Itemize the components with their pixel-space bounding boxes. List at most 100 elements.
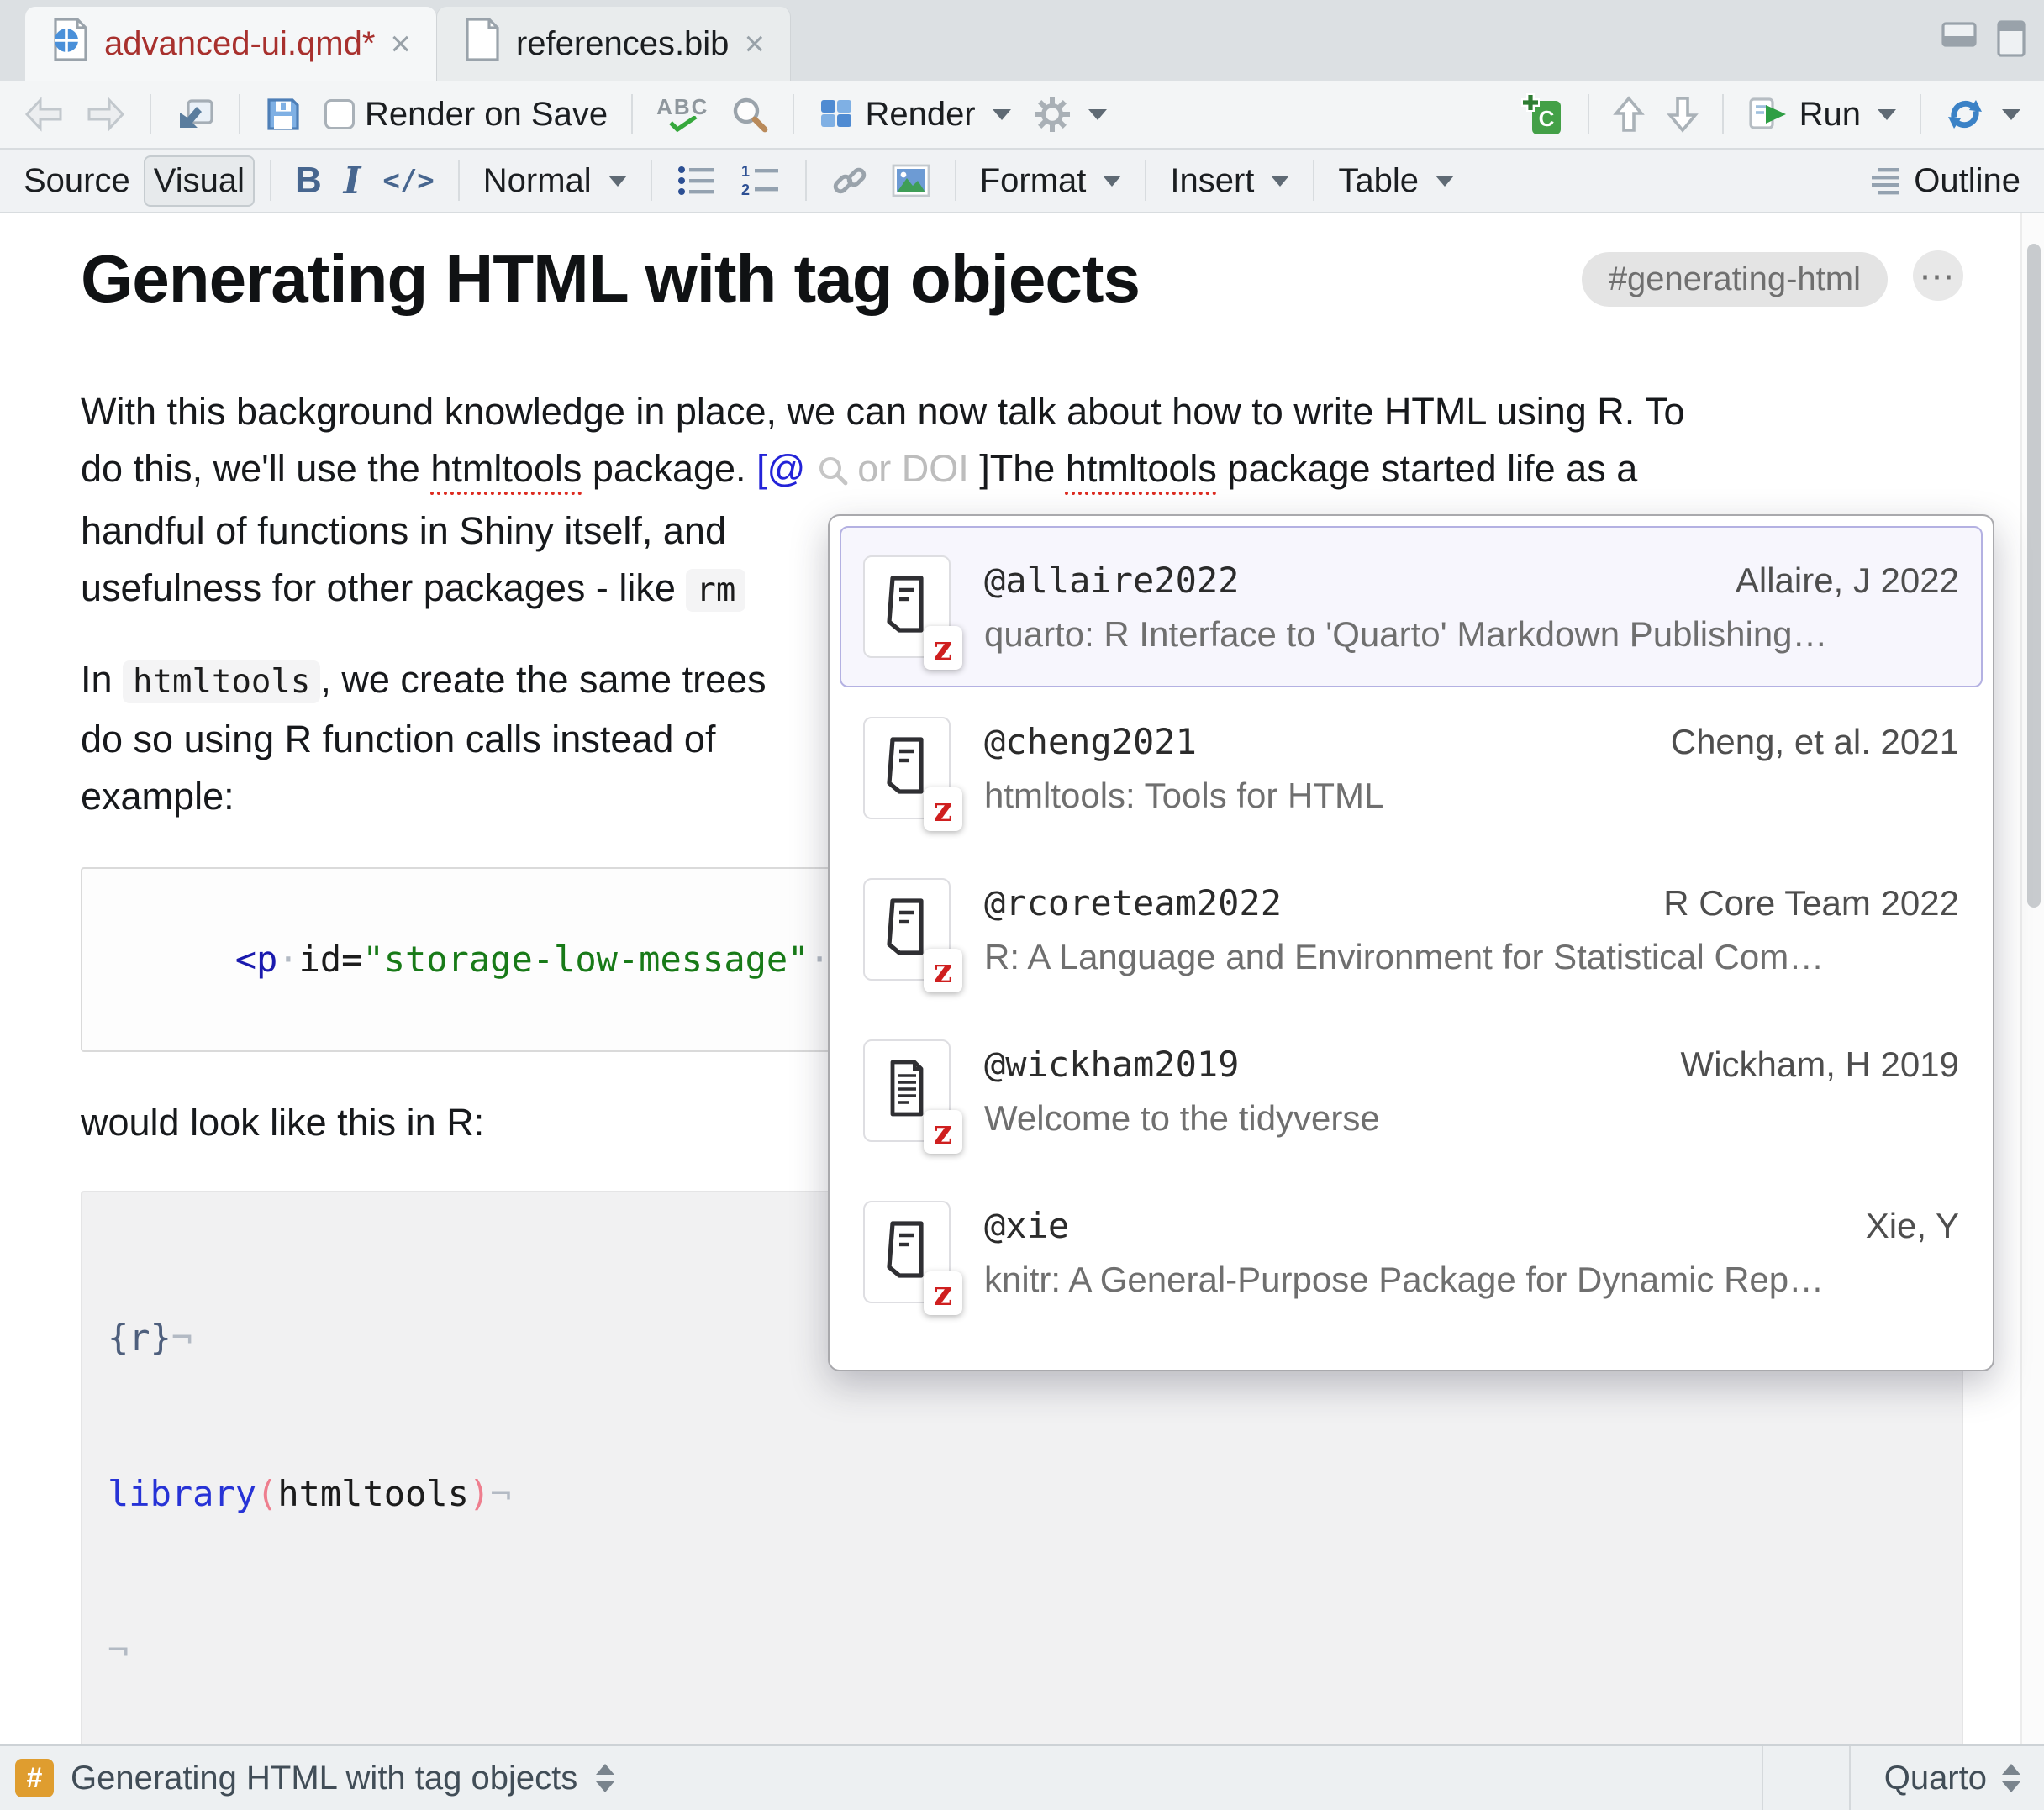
gear-icon — [1033, 95, 1072, 134]
page-title: Generating HTML with tag objects — [81, 239, 1582, 319]
citation-field-open[interactable]: [@ — [756, 447, 805, 490]
sync-icon — [1945, 94, 1985, 134]
italic-button[interactable]: I — [335, 155, 370, 208]
book-icon: z — [863, 1201, 951, 1303]
format-toolbar: Source Visual B I </> Normal 12 — [0, 150, 2044, 213]
citation-title: Welcome to the tidyverse — [984, 1098, 1959, 1139]
book-icon: z — [863, 878, 951, 981]
zotero-badge: z — [924, 949, 962, 992]
format-menu[interactable]: Format — [972, 157, 1130, 205]
section-hash-icon: # — [15, 1759, 54, 1797]
citation-item-xie[interactable]: z @xie Xie, Y knitr: A General-Purpose P… — [840, 1171, 1983, 1333]
more-options-button[interactable]: ⋯ — [1913, 250, 1963, 301]
citation-item-wickham2019[interactable]: z @wickham2019 Wickham, H 2019 Welcome t… — [840, 1010, 1983, 1171]
bold-button[interactable]: B — [287, 155, 330, 207]
insert-menu[interactable]: Insert — [1162, 157, 1298, 205]
chevron-down-icon[interactable] — [993, 109, 1011, 120]
chevron-down-icon[interactable] — [608, 176, 627, 187]
citation-placeholder: or DOI — [857, 447, 979, 490]
outline-label: Outline — [1914, 162, 2020, 200]
document-format-selector[interactable]: Quarto — [1849, 1746, 2044, 1810]
updown-icon — [2000, 1760, 2022, 1796]
tab-references-bib[interactable]: references.bib × — [436, 7, 791, 81]
source-mode-button[interactable]: Source — [15, 157, 139, 205]
citation-item-rcoreteam2022[interactable]: z @rcoreteam2022 R Core Team 2022 R: A L… — [840, 849, 1983, 1010]
bullet-list-button[interactable] — [667, 158, 726, 203]
book-icon: z — [863, 555, 951, 658]
render-button[interactable]: Render — [809, 91, 1019, 139]
chevron-down-icon[interactable] — [1088, 109, 1107, 120]
link-button[interactable] — [822, 158, 877, 203]
chevron-down-icon[interactable] — [1436, 176, 1454, 187]
forward-button[interactable] — [77, 92, 134, 137]
checkbox-icon[interactable] — [324, 99, 355, 129]
render-label: Render — [865, 96, 975, 134]
status-bar-separator — [1762, 1746, 1849, 1810]
chevron-down-icon[interactable] — [1103, 176, 1121, 187]
find-button[interactable] — [722, 90, 777, 139]
citation-item-cheng2021[interactable]: z @cheng2021 Cheng, et al. 2021 htmltool… — [840, 687, 1983, 849]
updown-icon[interactable] — [594, 1760, 616, 1796]
citation-item-allaire2022[interactable]: z @allaire2022 Allaire, J 2022 quarto: R… — [840, 526, 1983, 687]
pane-controls — [1940, 18, 2027, 63]
citation-id: @rcoreteam2022 — [984, 882, 1282, 923]
inline-code: rm — [686, 569, 745, 612]
quarto-doc-icon — [50, 17, 89, 71]
editor-status-bar: # Generating HTML with tag objects Quart… — [0, 1744, 2044, 1810]
citation-author: Wickham, H 2019 — [1681, 1044, 1959, 1085]
visual-mode-button[interactable]: Visual — [144, 155, 255, 207]
numbered-list-button[interactable]: 12 — [731, 158, 790, 203]
vertical-scrollbar[interactable] — [2020, 213, 2044, 1744]
show-in-new-window-button[interactable] — [166, 91, 224, 138]
render-on-save-label: Render on Save — [365, 96, 608, 134]
render-settings-button[interactable] — [1025, 90, 1115, 139]
back-button[interactable] — [15, 92, 72, 137]
run-button[interactable]: Run — [1739, 91, 1904, 139]
spellcheck-icon: ABC — [656, 96, 709, 133]
inline-code: htmltools — [123, 660, 320, 703]
close-icon[interactable]: × — [744, 26, 765, 61]
minimize-pane-icon[interactable] — [1940, 18, 1978, 55]
save-button[interactable] — [256, 90, 311, 139]
citation-author: R Core Team 2022 — [1663, 883, 1959, 923]
insert-chunk-button[interactable]: C — [1510, 86, 1573, 143]
paragraph-style-dropdown[interactable]: Normal — [475, 157, 635, 205]
svg-text:C: C — [1538, 106, 1554, 131]
file-icon — [462, 17, 501, 71]
misspelled-word: htmltools — [1066, 447, 1217, 490]
spellcheck-button[interactable]: ABC — [648, 91, 717, 138]
tab-label: references.bib — [516, 25, 729, 63]
zotero-badge: z — [924, 1271, 962, 1315]
table-menu[interactable]: Table — [1330, 157, 1462, 205]
outline-toggle[interactable]: Outline — [1860, 157, 2029, 205]
citation-author: Cheng, et al. 2021 — [1671, 722, 1959, 762]
visual-editor-canvas[interactable]: Generating HTML with tag objects #genera… — [0, 213, 2044, 1744]
misspelled-word: htmltools — [430, 447, 582, 490]
outline-icon — [1868, 164, 1904, 197]
citation-id: @xie — [984, 1205, 1069, 1246]
editor-tab-bar: advanced-ui.qmd* × references.bib × — [0, 0, 2044, 81]
section-navigator[interactable]: Generating HTML with tag objects — [71, 1760, 577, 1797]
citation-author: Allaire, J 2022 — [1736, 560, 1959, 601]
chevron-down-icon[interactable] — [2002, 109, 2020, 120]
code-format-button[interactable]: </> — [374, 159, 442, 203]
maximize-pane-icon[interactable] — [1995, 18, 2027, 63]
scrollbar-thumb[interactable] — [2027, 244, 2041, 908]
citation-id: @cheng2021 — [984, 721, 1197, 762]
rerun-button[interactable] — [1936, 89, 2029, 139]
chevron-down-icon[interactable] — [1271, 176, 1289, 187]
book-icon: z — [863, 717, 951, 819]
chevron-down-icon[interactable] — [1878, 109, 1896, 120]
run-label: Run — [1799, 96, 1861, 134]
citation-title: quarto: R Interface to 'Quarto' Markdown… — [984, 614, 1959, 655]
citation-author: Xie, Y — [1866, 1206, 1959, 1246]
run-previous-button[interactable] — [1604, 90, 1653, 139]
section-anchor-badge: #generating-html — [1582, 252, 1888, 307]
article-icon: z — [863, 1039, 951, 1142]
run-next-button[interactable] — [1658, 90, 1707, 139]
citation-completion-popup: z @allaire2022 Allaire, J 2022 quarto: R… — [828, 514, 1994, 1371]
tab-advanced-ui-qmd[interactable]: advanced-ui.qmd* × — [25, 7, 436, 81]
close-icon[interactable]: × — [390, 26, 411, 61]
render-on-save-checkbox[interactable]: Render on Save — [316, 91, 616, 139]
image-button[interactable] — [882, 158, 940, 203]
